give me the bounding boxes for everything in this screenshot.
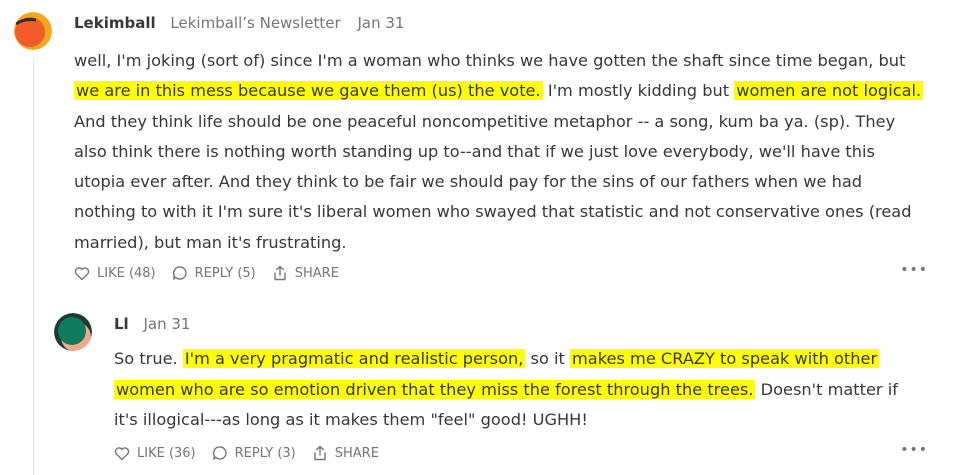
comment-line: So true. I'm a very pragmatic and realis… [114, 344, 944, 375]
share-label: SHARE [294, 265, 339, 281]
text-segment: Doesn't matter if [755, 379, 898, 399]
share-icon [274, 265, 286, 281]
comment-meta: Lekimball Lekimball’s Newsletter Jan 31 [74, 12, 944, 34]
avatar[interactable] [14, 12, 52, 50]
more-icon[interactable]: ••• [900, 262, 928, 278]
text-segment: also think there is nothing worth standi… [74, 141, 875, 161]
highlighted-text: I'm a very pragmatic and realistic perso… [182, 349, 526, 368]
thread-line [33, 58, 34, 475]
like-button[interactable]: LIKE (36) [114, 446, 196, 461]
like-label: LIKE (36) [137, 445, 196, 461]
text-segment: I'm mostly kidding but [542, 81, 735, 101]
comment-icon [172, 266, 187, 280]
comment-line: well, I'm joking (sort of) since I'm a w… [74, 46, 944, 76]
comment-line: nothing to with it I'm sure it's liberal… [74, 197, 944, 227]
comment-line: women who are so emotion driven that the… [114, 375, 944, 406]
comment-line: utopia ever after. And they think to be … [74, 167, 944, 197]
share-button[interactable]: SHARE [312, 445, 379, 461]
comment-date[interactable]: Jan 31 [357, 14, 404, 32]
author-name[interactable]: Lekimball [74, 14, 156, 32]
text-segment: married), but man it's frustrating. [74, 232, 347, 252]
publication-name[interactable]: Lekimball’s Newsletter [170, 14, 340, 32]
like-label: LIKE (48) [97, 265, 156, 281]
reply-button[interactable]: REPLY (5) [172, 265, 256, 281]
share-button[interactable]: SHARE [272, 265, 339, 281]
comment-actions: LIKE (48) REPLY (5) SHARE [74, 262, 355, 284]
text-segment: so it [525, 349, 571, 368]
more-icon[interactable]: ••• [900, 442, 928, 458]
text-segment: So true. [114, 349, 183, 368]
reply-label: REPLY (5) [194, 265, 256, 281]
comment-text: So true. I'm a very pragmatic and realis… [114, 344, 944, 436]
comment-line: we are in this mess because we gave them… [74, 76, 944, 106]
comment-line: And they think life should be one peacef… [74, 107, 944, 137]
comment-line: married), but man it's frustrating. [74, 228, 944, 258]
comment-body: Ll Jan 31 So true. I'm a very pragmatic … [114, 313, 944, 436]
comment-line: it's illogical---as long as it makes the… [114, 405, 944, 436]
comment-date[interactable]: Jan 31 [143, 315, 190, 333]
reply-button[interactable]: REPLY (3) [212, 445, 296, 461]
text-segment: it's illogical---as long as it makes the… [114, 410, 588, 429]
share-label: SHARE [334, 445, 379, 461]
heart-icon [114, 446, 130, 460]
highlighted-text: we are in this mess because we gave them… [74, 81, 543, 101]
avatar[interactable] [54, 313, 92, 351]
comment-body: Lekimball Lekimball’s Newsletter Jan 31 … [74, 12, 944, 258]
text-segment: nothing to with it I'm sure it's liberal… [74, 202, 912, 222]
comment-text: well, I'm joking (sort of) since I'm a w… [74, 46, 944, 258]
text-segment: utopia ever after. And they think to be … [74, 172, 863, 192]
comment-line: also think there is nothing worth standi… [74, 137, 944, 167]
comment-actions: LIKE (36) REPLY (3) SHARE [114, 442, 395, 464]
text-segment: And they think life should be one peacef… [74, 111, 896, 131]
author-name[interactable]: Ll [114, 315, 129, 333]
highlighted-text: women who are so emotion driven that the… [114, 379, 756, 399]
heart-icon [74, 266, 90, 280]
highlighted-text: makes me CRAZY to speak with other [570, 349, 880, 368]
text-segment: well, I'm joking (sort of) since I'm a w… [74, 51, 906, 70]
share-icon [314, 445, 326, 461]
reply-label: REPLY (3) [234, 445, 296, 461]
like-button[interactable]: LIKE (48) [74, 266, 156, 281]
comment-meta: Ll Jan 31 [114, 313, 944, 335]
comment-icon [212, 446, 227, 460]
highlighted-text: women are not logical. [734, 81, 924, 101]
